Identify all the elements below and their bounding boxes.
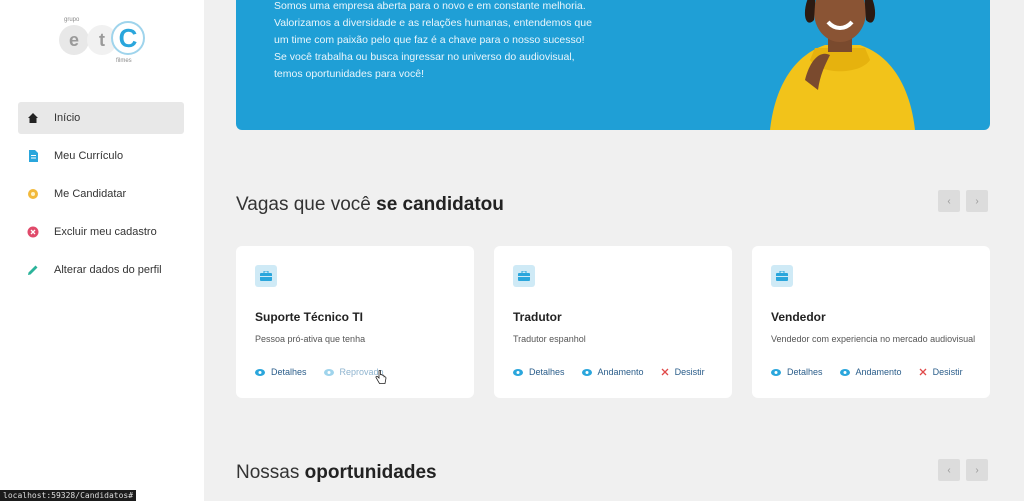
main-content: Somos uma empresa aberta para o novo e e… [204, 0, 1024, 501]
logo-letter-c: C [111, 21, 145, 55]
eye-icon [255, 368, 265, 376]
sidebar-nav: Início Meu Currículo Me Candidatar Exclu… [18, 102, 184, 292]
progress-button[interactable]: Andamento [839, 367, 902, 377]
sidebar-item-me-candidatar[interactable]: Me Candidatar [18, 178, 184, 210]
next-arrow-button[interactable]: › [966, 459, 988, 481]
job-actions: Detalhes Andamento Desistir [513, 367, 705, 377]
details-button[interactable]: Detalhes [771, 367, 823, 377]
briefcase-icon [513, 265, 535, 287]
progress-button[interactable]: Andamento [581, 367, 644, 377]
hero-banner: Somos uma empresa aberta para o novo e e… [236, 0, 990, 130]
title-bold: oportunidades [304, 462, 437, 483]
eye-icon [839, 368, 850, 376]
title-bold: se candidatou [376, 194, 504, 215]
sidebar-item-label: Meu Currículo [54, 150, 124, 162]
opportunities-carousel-controls: ‹ › [938, 459, 988, 481]
action-label: Andamento [855, 367, 902, 377]
job-actions: Detalhes Reprovado [255, 367, 384, 377]
sidebar-item-label: Me Candidatar [54, 188, 127, 200]
title-regular: Nossas [236, 462, 305, 483]
chevron-right-icon: › [975, 195, 979, 207]
banner-line: Se você trabalha ou busca ingressar no u… [274, 51, 575, 63]
action-label: Detalhes [529, 367, 565, 377]
banner-person-image [770, 0, 915, 130]
briefcase-icon [255, 265, 277, 287]
chevron-left-icon: ‹ [947, 464, 951, 476]
sidebar: grupo e t C filmes Início Meu Currículo … [0, 0, 204, 501]
sidebar-item-label: Excluir meu cadastro [54, 226, 157, 238]
title-regular: Vagas que você [236, 194, 377, 215]
sidebar-item-excluir-cadastro[interactable]: Excluir meu cadastro [18, 216, 184, 248]
sidebar-item-inicio[interactable]: Início [18, 102, 184, 134]
job-description: Vendedor com experiencia no mercado audi… [771, 334, 976, 344]
pencil-icon [26, 263, 40, 277]
job-title: Vendedor [771, 310, 826, 324]
document-icon [26, 149, 40, 163]
banner-line: um time com paixão pelo que faz é a chav… [274, 34, 585, 46]
job-card: Vendedor Vendedor com experiencia no mer… [752, 246, 990, 398]
action-label: Desistir [674, 367, 705, 377]
sidebar-item-label: Início [54, 112, 81, 124]
action-label: Detalhes [271, 367, 307, 377]
job-title: Tradutor [513, 310, 562, 324]
details-button[interactable]: Detalhes [255, 367, 307, 377]
eye-icon [581, 368, 592, 376]
hand-cursor-icon [375, 370, 387, 384]
home-icon [26, 111, 40, 125]
job-description: Tradutor espanhol [513, 334, 586, 344]
job-card: Suporte Técnico TI Pessoa pró-ativa que … [236, 246, 474, 398]
withdraw-button[interactable]: Desistir [661, 367, 705, 377]
withdraw-button[interactable]: Desistir [919, 367, 963, 377]
prev-arrow-button[interactable]: ‹ [938, 190, 960, 212]
banner-line: Somos uma empresa aberta para o novo e e… [274, 0, 586, 12]
action-label: Desistir [932, 367, 963, 377]
next-arrow-button[interactable]: › [966, 190, 988, 212]
company-logo[interactable]: grupo e t C filmes [56, 14, 152, 70]
logo-top-text: grupo [64, 17, 80, 23]
details-button[interactable]: Detalhes [513, 367, 565, 377]
action-label: Detalhes [787, 367, 823, 377]
briefcase-icon [771, 265, 793, 287]
browser-status-bar: localhost:59328/Candidatos# [0, 490, 137, 501]
banner-line: temos oportunidades para você! [274, 68, 425, 80]
opportunities-title: Nossas oportunidades [236, 462, 437, 484]
sidebar-item-label: Alterar dados do perfil [54, 264, 162, 276]
eye-icon [513, 368, 523, 376]
chevron-right-icon: › [975, 464, 979, 476]
banner-line: Valorizamos a diversidade e as relações … [274, 17, 592, 29]
sidebar-item-meu-curriculo[interactable]: Meu Currículo [18, 140, 184, 172]
job-description: Pessoa pró-ativa que tenha [255, 334, 366, 344]
chevron-left-icon: ‹ [947, 195, 951, 207]
logo-bottom-text: filmes [116, 58, 132, 64]
applied-carousel-controls: ‹ › [938, 190, 988, 212]
remove-circle-icon [26, 225, 40, 239]
applied-jobs-title: Vagas que você se candidatou [236, 194, 504, 216]
prev-arrow-button[interactable]: ‹ [938, 459, 960, 481]
job-actions: Detalhes Andamento Desistir [771, 367, 963, 377]
star-badge-icon [26, 187, 40, 201]
close-icon [919, 368, 927, 376]
action-label: Andamento [597, 367, 644, 377]
close-icon [661, 368, 669, 376]
job-title: Suporte Técnico TI [255, 310, 364, 324]
job-card: Tradutor Tradutor espanhol Detalhes Anda… [494, 246, 732, 398]
sidebar-item-alterar-perfil[interactable]: Alterar dados do perfil [18, 254, 184, 286]
logo-letter-e: e [59, 25, 89, 55]
eye-icon [323, 368, 334, 376]
banner-text: Somos uma empresa aberta para o novo e e… [274, 0, 634, 83]
eye-icon [771, 368, 781, 376]
